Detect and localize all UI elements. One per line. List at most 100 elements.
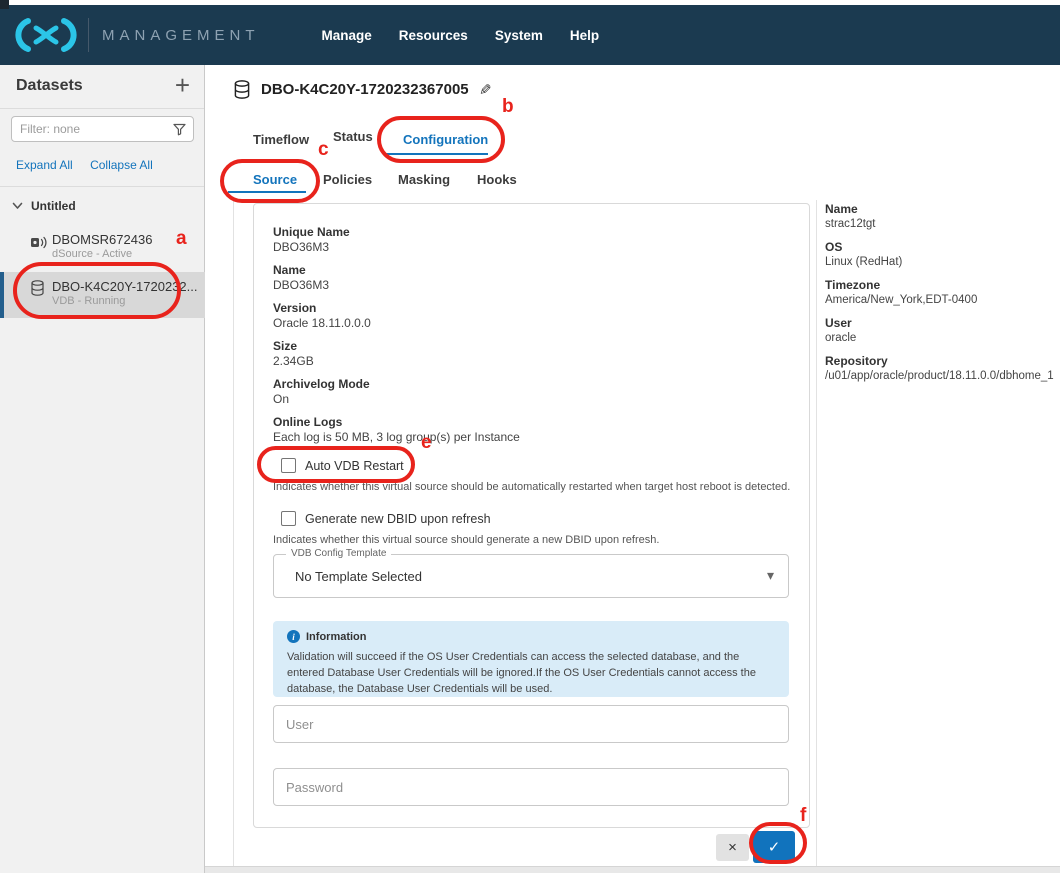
field-label: Version xyxy=(273,301,520,316)
dataset-filter-input[interactable] xyxy=(20,117,170,141)
field-label: Online Logs xyxy=(273,415,520,430)
auto-vdb-restart-helper: Indicates whether this virtual source sh… xyxy=(273,481,790,493)
dsource-icon xyxy=(30,235,48,250)
tab-status[interactable]: Status xyxy=(333,129,373,144)
sidebar-header: Datasets + xyxy=(0,65,204,108)
user-input[interactable] xyxy=(286,706,776,742)
dataset-status: dSource - Active xyxy=(52,248,132,260)
panel-border-right xyxy=(816,200,817,866)
detail-label: User xyxy=(825,316,1057,331)
field-name: Name DBO36M3 xyxy=(273,263,520,293)
sidebar-item-vdb-selected[interactable]: DBO-K4C20Y-1720232... VDB - Running xyxy=(0,272,205,318)
tab-timeflow[interactable]: Timeflow xyxy=(253,132,309,147)
password-field[interactable] xyxy=(273,768,789,806)
field-value: Each log is 50 MB, 3 log group(s) per In… xyxy=(273,430,520,445)
dataset-filter-field[interactable] xyxy=(11,116,194,142)
field-label: Name xyxy=(273,263,520,278)
confirm-button[interactable]: ✓ xyxy=(753,831,795,863)
information-body: Validation will succeed if the OS User C… xyxy=(287,649,779,697)
sidebar-divider xyxy=(0,186,204,187)
collapse-all-link[interactable]: Collapse All xyxy=(90,158,153,172)
page-bottom-strip xyxy=(205,866,1060,873)
detail-value: oracle xyxy=(825,331,1057,346)
sidebar-item-dsource[interactable]: DBOMSR672436 dSource - Active xyxy=(0,232,205,266)
caret-down-icon[interactable]: ▾ xyxy=(767,567,774,584)
nav-divider xyxy=(88,18,89,52)
detail-os: OS Linux (RedHat) xyxy=(825,240,1057,270)
sidebar-divider xyxy=(0,108,204,109)
select-value: No Template Selected xyxy=(295,569,422,584)
panel-border-left xyxy=(233,200,234,866)
annotation-letter-b: b xyxy=(502,96,514,118)
information-title-row: i Information xyxy=(287,630,775,643)
checkbox-box[interactable] xyxy=(281,511,296,526)
database-icon xyxy=(233,79,251,100)
field-value: Oracle 18.11.0.0.0 xyxy=(273,316,520,331)
tab-source[interactable]: Source xyxy=(253,172,297,187)
dataset-group-untitled[interactable]: Untitled xyxy=(12,199,76,213)
delphix-management-app: MANAGEMENT Manage Resources System Help … xyxy=(0,0,1060,873)
readonly-fields: Unique Name DBO36M3 Name DBO36M3 Version… xyxy=(273,225,520,453)
detail-timezone: Timezone America/New_York,EDT-0400 xyxy=(825,278,1057,308)
field-version: Version Oracle 18.11.0.0.0 xyxy=(273,301,520,331)
select-label: VDB Config Template xyxy=(286,548,391,559)
detail-label: Timezone xyxy=(825,278,1057,293)
filter-funnel-icon[interactable] xyxy=(173,123,186,136)
delphix-logo-icon xyxy=(14,17,78,53)
add-dataset-button[interactable]: + xyxy=(175,71,190,99)
checkbox-box[interactable] xyxy=(281,458,296,473)
nav-item-system[interactable]: System xyxy=(495,28,543,43)
tab-configuration-underline xyxy=(385,153,488,155)
top-navbar: MANAGEMENT Manage Resources System Help xyxy=(0,5,1060,65)
nav-item-help[interactable]: Help xyxy=(570,28,599,43)
source-config-card: Unique Name DBO36M3 Name DBO36M3 Version… xyxy=(253,203,810,828)
expand-all-link[interactable]: Expand All xyxy=(16,158,73,172)
field-value: On xyxy=(273,392,520,407)
detail-repository: Repository /u01/app/oracle/product/18.11… xyxy=(825,354,1057,384)
detail-label: Repository xyxy=(825,354,1057,369)
information-title: Information xyxy=(306,631,367,643)
environment-details-panel: Name strac12tgt OS Linux (RedHat) Timezo… xyxy=(825,202,1057,392)
page-title: DBO-K4C20Y-1720232367005 xyxy=(261,81,469,98)
field-label: Archivelog Mode xyxy=(273,377,520,392)
window-corner-artifact xyxy=(0,0,9,9)
page-title-row: DBO-K4C20Y-1720232367005 ✎ xyxy=(233,79,491,100)
field-value: DBO36M3 xyxy=(273,278,520,293)
cancel-button[interactable]: × xyxy=(716,834,749,861)
user-field[interactable] xyxy=(273,705,789,743)
auto-vdb-restart-checkbox[interactable]: Auto VDB Restart xyxy=(281,458,404,473)
tab-policies[interactable]: Policies xyxy=(323,172,372,187)
nav-menu: Manage Resources System Help xyxy=(322,28,600,43)
information-banner: i Information Validation will succeed if… xyxy=(273,621,789,697)
detail-name: Name strac12tgt xyxy=(825,202,1057,232)
field-value: 2.34GB xyxy=(273,354,520,369)
detail-value: Linux (RedHat) xyxy=(825,255,1057,270)
vdb-config-template-select[interactable]: VDB Config Template No Template Selected… xyxy=(273,554,789,598)
group-label: Untitled xyxy=(31,199,76,213)
dataset-name: DBO-K4C20Y-1720232... xyxy=(52,279,198,294)
tab-source-underline xyxy=(228,191,306,193)
sidebar-tree-controls: Expand All Collapse All xyxy=(16,158,167,172)
field-archivelog-mode: Archivelog Mode On xyxy=(273,377,520,407)
generate-dbid-checkbox[interactable]: Generate new DBID upon refresh xyxy=(281,511,491,526)
annotation-letter-c: c xyxy=(318,139,329,161)
edit-name-icon[interactable]: ✎ xyxy=(479,81,492,99)
datasets-sidebar: Datasets + Expand All Collapse All Untit… xyxy=(0,65,205,873)
field-label: Unique Name xyxy=(273,225,520,240)
tab-configuration[interactable]: Configuration xyxy=(403,132,488,147)
detail-value: /u01/app/oracle/product/18.11.0.0/dbhome… xyxy=(825,369,1057,384)
chevron-down-icon xyxy=(12,202,23,210)
tab-masking[interactable]: Masking xyxy=(398,172,450,187)
info-icon: i xyxy=(287,630,300,643)
detail-label: OS xyxy=(825,240,1057,255)
database-icon xyxy=(30,280,45,296)
password-input[interactable] xyxy=(286,769,776,805)
nav-item-resources[interactable]: Resources xyxy=(399,28,468,43)
detail-value: strac12tgt xyxy=(825,217,1057,232)
field-label: Size xyxy=(273,339,520,354)
detail-label: Name xyxy=(825,202,1057,217)
dataset-name: DBOMSR672436 xyxy=(52,232,152,247)
tab-hooks[interactable]: Hooks xyxy=(477,172,517,187)
sidebar-title: Datasets xyxy=(16,77,83,95)
nav-item-manage[interactable]: Manage xyxy=(322,28,372,43)
